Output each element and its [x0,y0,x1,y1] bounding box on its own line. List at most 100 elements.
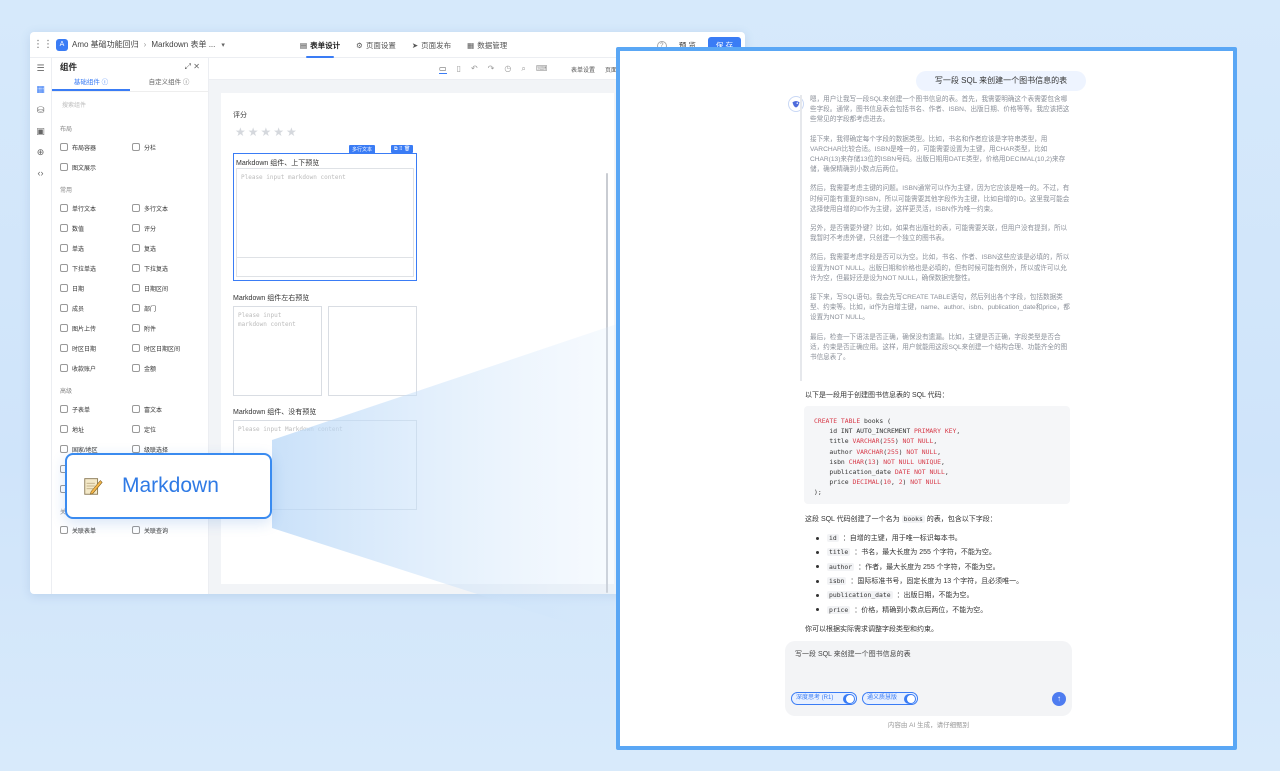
field-desc: ：书名，最大长度为 255 个字符，不能为空。 [854,549,996,557]
mobile-icon[interactable]: ▯ [457,64,461,74]
component-item[interactable]: 下拉复选 [132,258,200,278]
toggle-label: 通义质慧版 [867,695,898,701]
breadcrumb-app[interactable]: Amo 基础功能回归 [72,39,139,50]
canvas-scrollbar[interactable] [606,173,608,593]
component-item[interactable]: 分栏 [132,137,200,157]
component-item[interactable]: 日期区间 [132,278,200,298]
component-icon [132,344,140,352]
component-icon [60,526,68,534]
md3-placeholder: Please input Markdown content [238,426,343,433]
tab-data-manage[interactable]: ▦ 数据管理 [459,32,515,58]
component-item[interactable]: 定位 [132,419,200,439]
component-label: 富文本 [144,407,163,414]
pin-icon[interactable]: ⤢ [185,62,191,71]
toggle-deep-think[interactable]: 深度思考 (R1) [791,692,857,705]
component-item[interactable]: 单选 [60,238,128,258]
component-item[interactable]: 时区日期区间 [132,338,200,358]
component-item[interactable]: 下拉单选 [60,258,128,278]
component-icon [60,244,68,252]
component-label: 子表单 [72,407,91,414]
field-name: id [827,534,839,543]
keyboard-icon[interactable]: ⌨ [536,64,548,74]
component-item[interactable]: 收款账户 [60,358,128,378]
history-icon[interactable]: ◷ [504,64,511,74]
md2-editor[interactable]: Please input markdown content [233,306,322,396]
send-button[interactable]: ↑ [1052,692,1066,706]
component-item[interactable]: 日期 [60,278,128,298]
component-item[interactable]: 关联表单 [60,520,128,540]
component-label: 图文展示 [72,165,97,172]
undo-icon[interactable]: ↶ [471,64,478,74]
chevron-down-icon[interactable]: ▾ [221,41,225,49]
component-item[interactable]: 数值 [60,218,128,238]
markdown-field-selected[interactable]: Markdown 组件、上下预览 Please input markdown c… [233,153,417,281]
rating-stars[interactable]: ★★★★★ [235,125,299,139]
toggle-switch[interactable] [843,693,855,704]
component-grid: 布局容器 分栏图文展示 [52,137,208,177]
field-item: isbn ：国际标准书号，固定长度为 13 个字符，且必须唯一。 [816,574,1023,588]
close-icon[interactable]: ✕ [193,62,200,71]
component-item[interactable]: 多行文本 [132,198,200,218]
md1-editor[interactable]: Please input markdown content [236,168,414,258]
code-line: author VARCHAR(255) NOT NULL, [814,447,942,456]
field-name: isbn [827,577,847,586]
component-item[interactable]: 金额 [132,358,200,378]
code-icon[interactable]: ‹› [30,163,51,184]
app-grid-icon[interactable]: ⋮⋮ [30,39,56,50]
component-search-input[interactable]: 搜索组件 [60,100,200,112]
sql-code-block[interactable]: CREATE TABLE books ( id INT AUTO_INCREME… [804,406,1070,504]
delete-icon[interactable]: 🗑 [404,146,410,152]
field-name: title [827,548,851,557]
drag-icon[interactable]: ⠿ [399,146,403,152]
component-icon [132,445,140,453]
chat-input[interactable]: 写一段 SQL 来创建一个图书信息的表 [795,649,911,659]
component-item[interactable]: 评分 [132,218,200,238]
tab-page-settings[interactable]: ⚙ 页面设置 [348,32,404,58]
database-icon[interactable]: ⛁ [30,100,51,121]
copy-icon[interactable]: ⧉ [394,146,398,152]
desktop-icon[interactable]: ▭ [439,64,447,74]
component-label: 分栏 [144,145,157,152]
component-label: 定位 [144,427,157,434]
thinking-paragraph: 另外，是否需要外键？比如，如果有出版社的表，可能需要关联，但用户没有提到，所以我… [810,225,1068,243]
component-item[interactable]: 图片上传 [60,318,128,338]
component-item[interactable]: 附件 [132,318,200,338]
tab-form-design[interactable]: ▤ 表单设计 [292,32,348,58]
component-item[interactable]: 富文本 [132,399,200,419]
field-item: title ：书名，最大长度为 255 个字符，不能为空。 [816,545,1023,559]
code-block-icon[interactable]: ▣ [30,121,51,142]
component-label: 布局容器 [72,145,97,152]
chat-input-box[interactable]: 写一段 SQL 来创建一个图书信息的表 深度思考 (R1) 通义质慧版 ↑ [785,641,1072,716]
component-item[interactable]: 布局容器 [60,137,128,157]
components-icon[interactable]: ▦ [30,79,51,100]
tab-basic-components[interactable]: 基础组件 ⓘ [52,76,130,91]
breadcrumb-page[interactable]: Markdown 表单 ... [151,39,215,50]
component-item[interactable]: 单行文本 [60,198,128,218]
component-item[interactable]: 图文展示 [60,157,128,177]
toggle-switch[interactable] [904,693,916,704]
redo-icon[interactable]: ↷ [488,64,495,74]
tab-label: 表单设计 [310,40,341,50]
component-icon [132,284,140,292]
component-item[interactable]: 地址 [60,419,128,439]
search-icon[interactable]: ⌕ [521,64,525,74]
component-item[interactable]: 子表单 [60,399,128,419]
component-item[interactable]: 时区日期 [60,338,128,358]
component-label: 日期区间 [144,286,169,293]
md1-label: Markdown 组件、上下预览 [236,160,320,167]
highlight-label: Markdown [122,474,219,497]
component-icon [132,143,140,151]
component-item[interactable]: 关联查询 [132,520,200,540]
component-actions[interactable]: ⧉ ⠿ 🗑 [391,145,414,153]
form-sheet: 评分 ★★★★★ Markdown 组件、上下预览 Please input m… [221,93,614,593]
globe-icon[interactable]: ⊕ [30,142,51,163]
component-item[interactable]: 成员 [60,298,128,318]
component-item[interactable]: 部门 [132,298,200,318]
component-item[interactable]: 复选 [132,238,200,258]
toggle-quality[interactable]: 通义质慧版 [862,692,918,705]
outline-icon[interactable]: ☰ [30,58,51,79]
tab-page-publish[interactable]: ➤ 页面发布 [404,32,459,58]
form-settings-button[interactable]: 表单设置 [571,65,595,74]
tab-custom-components[interactable]: 自定义组件 ⓘ [130,76,208,91]
code-line: CREATE TABLE books ( [814,417,891,425]
